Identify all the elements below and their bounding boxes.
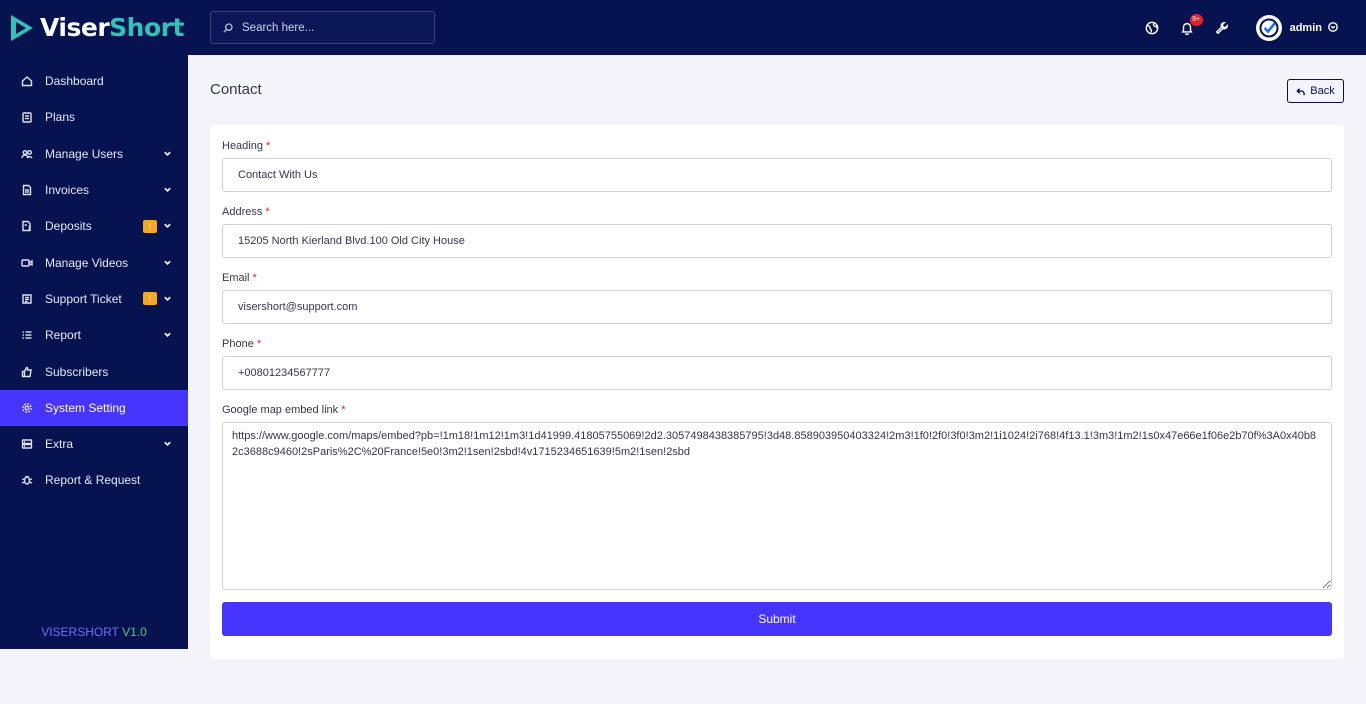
- topbar-actions: 9+ admin: [1144, 0, 1366, 55]
- sidebar-item-label: Invoices: [45, 183, 90, 198]
- server-icon: [21, 438, 33, 450]
- chevron-down-icon: [163, 256, 172, 270]
- chevron-down-icon: [163, 437, 172, 451]
- map-embed-textarea[interactable]: https://www.google.com/maps/embed?pb=!1m…: [222, 422, 1332, 590]
- bug-icon: [21, 474, 33, 486]
- sidebar-menu: Dashboard Plans Manage Users Invoices Deposi…: [0, 63, 188, 499]
- bell-icon[interactable]: 9+: [1179, 13, 1203, 36]
- sidebar-item-dashboard[interactable]: Dashboard: [0, 63, 188, 99]
- sidebar-item-support-ticket[interactable]: Support Ticket!: [0, 281, 188, 317]
- email-input[interactable]: [222, 290, 1332, 324]
- chevron-down-icon: [163, 292, 172, 306]
- required-mark: *: [341, 404, 346, 416]
- gear-icon: [21, 402, 33, 414]
- avatar: [1255, 14, 1282, 41]
- users-icon: [21, 148, 33, 160]
- phone-label: Phone *: [222, 338, 262, 350]
- version-label: VISERSHORT V1.0: [41, 625, 147, 639]
- sidebar-item-label: Plans: [45, 110, 76, 125]
- chevron-down-icon: [163, 219, 172, 233]
- sidebar-item-manage-users[interactable]: Manage Users: [0, 136, 188, 172]
- sidebar-item-label: Deposits: [45, 219, 92, 234]
- sidebar-item-invoices[interactable]: Invoices: [0, 172, 188, 208]
- sidebar-item-report-request[interactable]: Report & Request: [0, 462, 188, 498]
- sidebar-item-plans[interactable]: Plans: [0, 99, 188, 135]
- sidebar: ViserShort Dashboard Plans Manage Users Inv…: [0, 0, 188, 649]
- phone-input[interactable]: [222, 356, 1332, 390]
- sidebar-item-deposits[interactable]: Deposits!: [0, 208, 188, 244]
- clipboard-icon: [21, 111, 33, 124]
- required-mark: *: [252, 272, 257, 284]
- search-box[interactable]: [210, 11, 435, 44]
- ticket-icon: [21, 293, 33, 305]
- search-icon: [223, 22, 233, 33]
- video-icon: [21, 257, 33, 269]
- required-mark: *: [265, 140, 271, 152]
- submit-button[interactable]: Submit: [222, 602, 1332, 636]
- logo-text: ViserShort: [40, 13, 184, 42]
- home-icon: [21, 75, 33, 87]
- sidebar-item-label: System Setting: [45, 400, 126, 415]
- chevron-down-icon: [163, 328, 172, 342]
- sidebar-item-extra[interactable]: Extra: [0, 426, 188, 462]
- page-title: Contact: [210, 81, 262, 98]
- alert-badge: !: [143, 292, 157, 306]
- sidebar-item-manage-videos[interactable]: Manage Videos: [0, 244, 188, 280]
- heading-input[interactable]: [222, 158, 1332, 192]
- wrench-icon[interactable]: [1214, 20, 1230, 36]
- address-label: Address *: [222, 206, 270, 218]
- user-name: admin: [1289, 21, 1322, 34]
- play-logo-icon: [11, 14, 33, 41]
- user-menu[interactable]: admin: [1255, 14, 1338, 41]
- file-icon: [21, 184, 33, 196]
- sidebar-item-label: Report & Request: [45, 473, 141, 488]
- thumbs-up-icon: [21, 366, 33, 378]
- alert-badge: !: [143, 219, 157, 233]
- globe-icon[interactable]: [1144, 20, 1160, 36]
- sidebar-item-report[interactable]: Report: [0, 317, 188, 353]
- sidebar-item-label: Subscribers: [45, 364, 109, 379]
- file-dollar-icon: [21, 220, 33, 232]
- chevron-down-icon: [163, 183, 172, 197]
- contact-form-card: Heading* Address* Email* Phone* Google m…: [210, 125, 1344, 659]
- sidebar-item-label: Dashboard: [45, 74, 104, 89]
- required-mark: *: [265, 206, 270, 218]
- sidebar-item-label: Report: [45, 328, 82, 343]
- map-link-label: Google map embed link *: [222, 404, 346, 416]
- search-input[interactable]: [242, 21, 422, 34]
- check-logo-icon: [1259, 18, 1279, 37]
- sidebar-item-subscribers[interactable]: Subscribers: [0, 353, 188, 389]
- back-arrow-icon: [1296, 87, 1306, 95]
- sidebar-item-system-setting[interactable]: System Setting: [0, 389, 188, 426]
- chevron-down-icon: [163, 147, 172, 161]
- heading-label: Heading *: [222, 140, 271, 152]
- email-label: Email *: [222, 272, 257, 284]
- list-icon: [21, 329, 33, 341]
- back-button[interactable]: Back: [1287, 79, 1344, 103]
- sidebar-item-label: Manage Users: [45, 146, 124, 161]
- address-input[interactable]: [222, 224, 1332, 258]
- topbar: 9+ admin: [188, 0, 1366, 55]
- sidebar-item-label: Extra: [45, 437, 74, 452]
- sidebar-item-label: Support Ticket: [45, 291, 122, 306]
- back-button-label: Back: [1310, 85, 1335, 97]
- sidebar-item-label: Manage Videos: [45, 255, 129, 270]
- chevron-down-icon: [1328, 19, 1338, 37]
- notification-badge: 9+: [1189, 13, 1203, 26]
- logo[interactable]: ViserShort: [0, 0, 188, 55]
- required-mark: *: [256, 338, 262, 350]
